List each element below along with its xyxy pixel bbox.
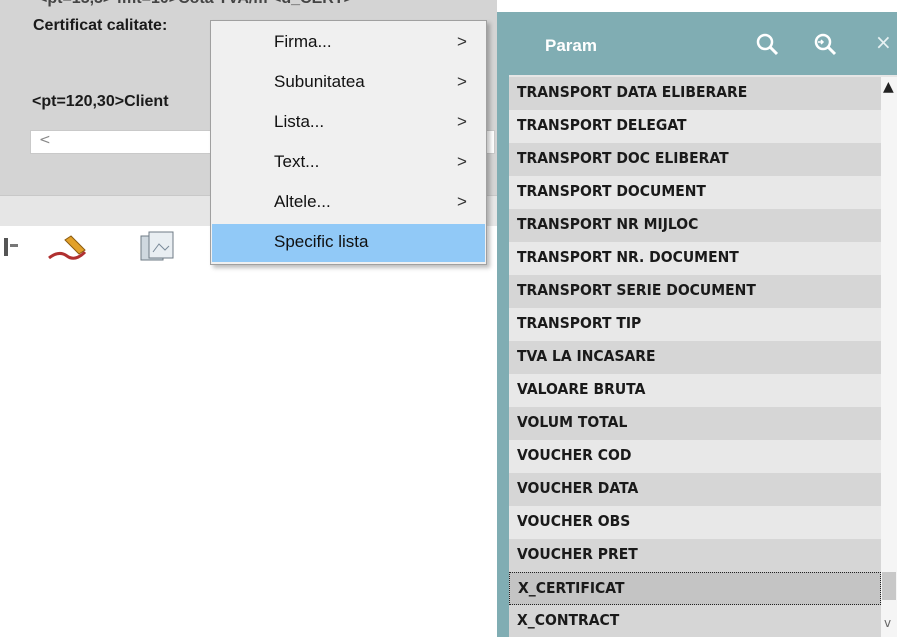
param-list-item-label: TRANSPORT NR MIJLOC — [517, 215, 699, 233]
param-list-item[interactable]: TRANSPORT DOC ELIBERAT — [509, 143, 881, 176]
editor-text-client: <pt=120,30>Client — [32, 93, 169, 110]
menu-item-label: Lista... — [274, 112, 325, 131]
param-list-item[interactable]: VALOARE BRUTA — [509, 374, 881, 407]
param-list-item-label: TRANSPORT DOCUMENT — [517, 182, 706, 200]
vertical-scrollbar[interactable] — [881, 77, 897, 637]
menu-item-lista[interactable]: Lista... > — [212, 104, 485, 142]
scroll-left-arrow[interactable]: < — [39, 132, 51, 148]
context-menu: Firma... > Subunitatea > Lista... > Text… — [210, 20, 487, 265]
param-list-item-label: TRANSPORT DATA ELIBERARE — [517, 83, 748, 101]
param-list-item-label: TRANSPORT DOC ELIBERAT — [517, 149, 729, 167]
documents-icon[interactable] — [135, 230, 181, 264]
menu-item-label: Altele... — [274, 192, 331, 211]
param-list-item[interactable]: VOUCHER DATA — [509, 473, 881, 506]
editor-text-top: <pt=15,5> fmt=10>Cota TVA/m <d_CERT> — [38, 0, 353, 8]
param-list-item[interactable]: TRANSPORT DOCUMENT — [509, 176, 881, 209]
param-list-item[interactable]: TVA LA INCASARE — [509, 341, 881, 374]
param-list-item[interactable]: X_CERTIFICAT — [509, 572, 881, 605]
align-icon[interactable] — [0, 230, 24, 262]
param-list-item-label: TRANSPORT DELEGAT — [517, 116, 687, 134]
menu-item-firma[interactable]: Firma... > — [212, 24, 485, 62]
param-panel-edge — [497, 75, 509, 637]
search-icon[interactable] — [755, 32, 781, 58]
param-title: Param — [545, 36, 597, 55]
menu-item-altele[interactable]: Altele... > — [212, 184, 485, 222]
menu-item-label: Text... — [274, 152, 320, 171]
scroll-thumb[interactable] — [882, 572, 896, 600]
param-list-item-label: VOUCHER PRET — [517, 545, 638, 563]
submenu-arrow-icon: > — [457, 32, 467, 51]
submenu-arrow-icon: > — [457, 112, 467, 131]
submenu-arrow-icon: > — [457, 192, 467, 211]
menu-item-label: Specific lista — [274, 232, 369, 251]
param-list-item[interactable]: VOUCHER COD — [509, 440, 881, 473]
param-list-item[interactable]: TRANSPORT NR. DOCUMENT — [509, 242, 881, 275]
param-list[interactable]: TRANSPORT DATA ELIBERARE TRANSPORT DELEGA… — [509, 77, 881, 637]
scroll-up-arrow[interactable]: ▲ — [883, 79, 894, 95]
menu-item-subunitatea[interactable]: Subunitatea > — [212, 64, 485, 102]
param-list-item[interactable]: VOLUM TOTAL — [509, 407, 881, 440]
param-list-item-label: TVA LA INCASARE — [517, 347, 656, 365]
scroll-down-arrow[interactable]: v — [884, 616, 891, 630]
editor-text-certificat: Certificat calitate: — [33, 17, 168, 34]
submenu-arrow-icon: > — [457, 152, 467, 171]
param-list-item-label: TRANSPORT NR. DOCUMENT — [517, 248, 739, 266]
param-list-item-label: X_CONTRACT — [517, 611, 620, 629]
param-list-item-label: VOLUM TOTAL — [517, 413, 628, 431]
submenu-arrow-icon: > — [457, 72, 467, 91]
param-list-item-label: VOUCHER OBS — [517, 512, 631, 530]
param-list-item-label: VOUCHER DATA — [517, 479, 639, 497]
param-list-item[interactable]: VOUCHER OBS — [509, 506, 881, 539]
param-list-item-label: VALOARE BRUTA — [517, 380, 646, 398]
menu-item-specific-lista[interactable]: Specific lista — [212, 224, 485, 262]
param-list-item-label: X_CERTIFICAT — [518, 579, 625, 597]
param-list-item[interactable]: TRANSPORT DATA ELIBERARE — [509, 77, 881, 110]
param-list-item-label: TRANSPORT TIP — [517, 314, 642, 332]
search-next-icon[interactable] — [812, 32, 842, 58]
param-list-item[interactable]: TRANSPORT DELEGAT — [509, 110, 881, 143]
menu-item-text[interactable]: Text... > — [212, 144, 485, 182]
param-list-item-label: VOUCHER COD — [517, 446, 632, 464]
menu-item-label: Subunitatea — [274, 72, 365, 91]
param-list-item[interactable]: TRANSPORT SERIE DOCUMENT — [509, 275, 881, 308]
signature-pen-icon[interactable] — [45, 230, 91, 264]
param-list-item[interactable]: VOUCHER PRET — [509, 539, 881, 572]
close-icon[interactable]: × — [875, 30, 892, 54]
param-list-item[interactable]: X_CONTRACT — [509, 605, 881, 637]
param-list-item-label: TRANSPORT SERIE DOCUMENT — [517, 281, 756, 299]
param-list-item[interactable]: TRANSPORT TIP — [509, 308, 881, 341]
param-list-item[interactable]: TRANSPORT NR MIJLOC — [509, 209, 881, 242]
menu-item-label: Firma... — [274, 32, 332, 51]
